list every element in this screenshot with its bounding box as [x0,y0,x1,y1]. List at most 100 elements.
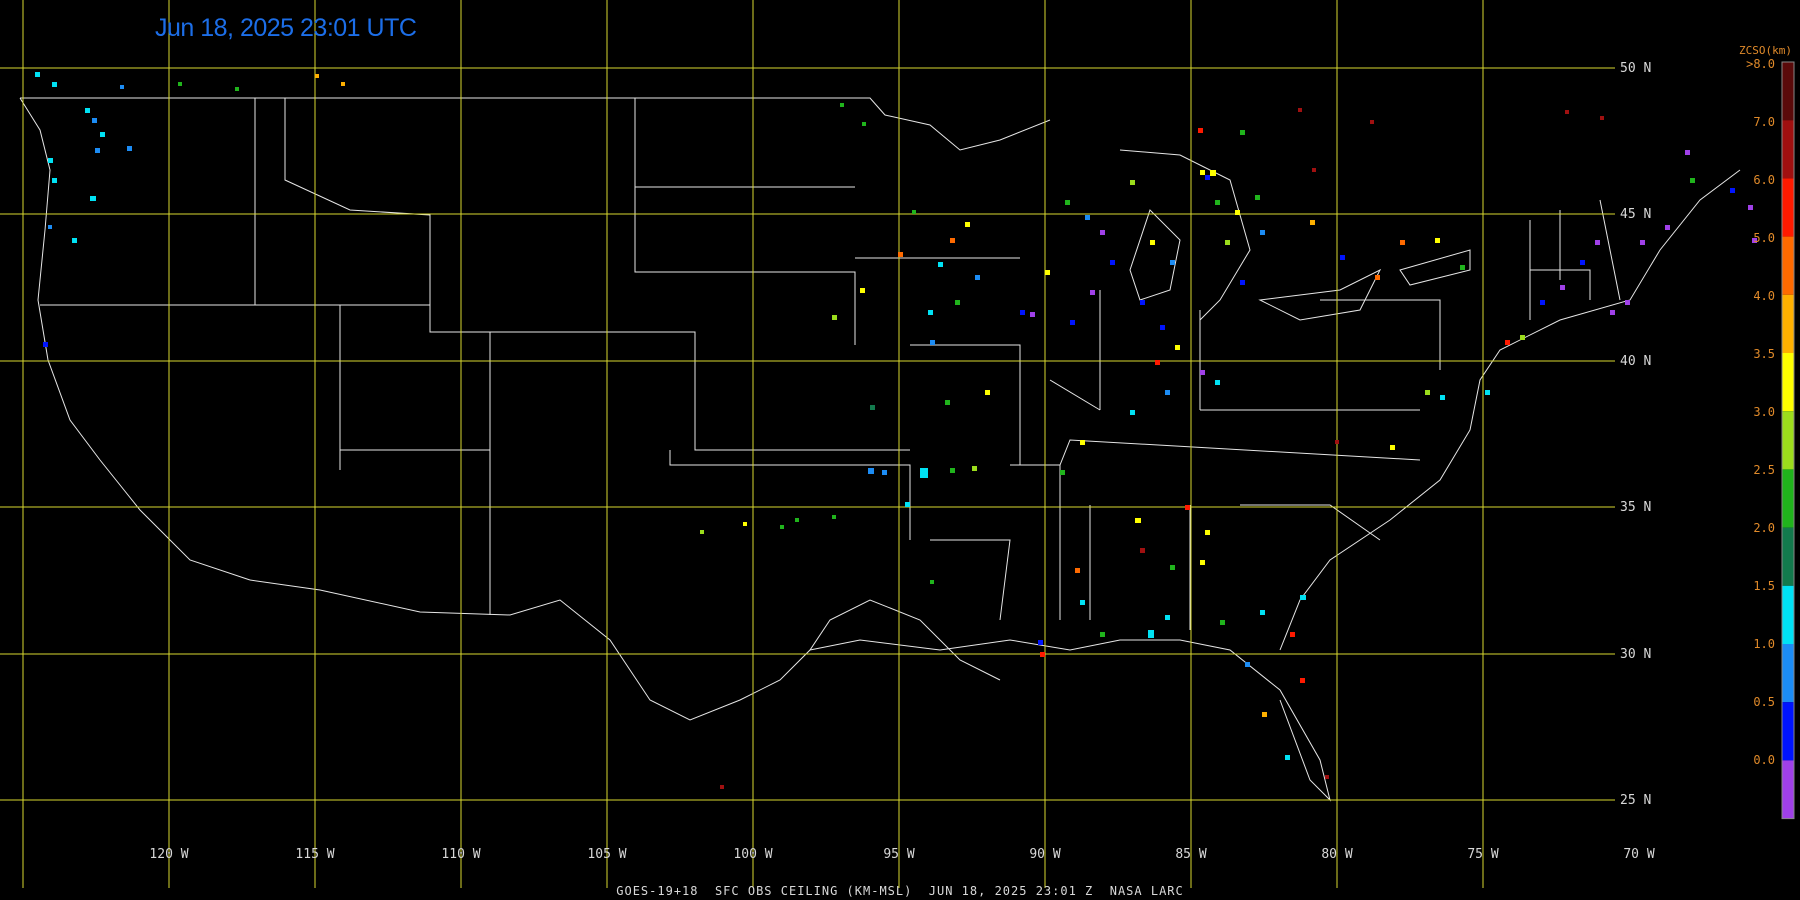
lon-label: 110 W [441,847,480,862]
obs-point [1565,110,1569,114]
obs-point [1160,325,1165,330]
obs-point [955,300,960,305]
obs-point [898,252,903,257]
obs-point [1198,128,1203,133]
obs-point [1200,560,1205,565]
obs-point [950,238,955,243]
obs-point [1325,775,1329,779]
obs-point [930,340,935,345]
obs-point [928,310,933,315]
obs-point [1140,548,1145,553]
obs-point [1600,116,1604,120]
legend-label: 2.5 [1753,463,1775,477]
obs-point [1440,395,1445,400]
observation-points [35,72,1790,789]
obs-point [85,108,90,113]
obs-point [1235,210,1240,215]
legend-label: 3.0 [1753,405,1775,419]
legend-title: ZCSO(km) [1739,44,1792,57]
legend-swatch [1782,62,1794,121]
obs-point [950,468,955,473]
obs-point [1260,230,1265,235]
obs-point [1200,170,1205,175]
obs-point [905,502,910,507]
obs-point [1080,440,1085,445]
obs-point [48,158,53,163]
lon-label: 105 W [587,847,626,862]
obs-point [1135,518,1141,523]
lat-label: 35 N [1620,500,1651,515]
obs-point [1285,755,1290,760]
obs-point [1580,260,1585,265]
obs-point [1175,345,1180,350]
obs-point [1335,440,1339,444]
ceiling-map: 50 N 45 N 40 N 35 N 30 N 25 N 120 W 115 … [0,0,1795,888]
obs-point [1240,280,1245,285]
obs-point [92,118,97,123]
obs-point [1435,238,1440,243]
legend-label: 5.0 [1753,231,1775,245]
obs-point [1110,260,1115,265]
footer-caption: GOES-19+18 SFC OBS CEILING (KM-MSL) JUN … [616,884,1184,898]
obs-point [1155,360,1160,365]
obs-point [1245,662,1250,667]
obs-point [1375,275,1380,280]
legend-label: 4.0 [1753,289,1775,303]
lat-label: 30 N [1620,647,1651,662]
obs-point [1045,270,1050,275]
obs-point [1540,300,1545,305]
obs-point [840,103,844,107]
obs-point [1200,370,1205,375]
obs-point [1370,120,1374,124]
obs-point [868,468,874,474]
obs-point [1148,630,1154,638]
legend-swatch [1782,178,1794,237]
lon-label: 95 W [883,847,914,862]
lon-label: 85 W [1175,847,1206,862]
obs-point [920,468,928,478]
obs-point [1080,600,1085,605]
obs-point [1625,300,1630,305]
legend-swatch [1782,236,1794,295]
legend-swatch [1782,760,1794,819]
obs-point [1260,610,1265,615]
obs-point [1215,380,1220,385]
obs-point [52,82,57,87]
longitude-labels: 120 W 115 W 110 W 105 W 100 W 95 W 90 W … [149,847,1654,862]
obs-point [1165,615,1170,620]
obs-point [52,178,57,183]
obs-point [720,785,724,789]
obs-point [1300,595,1306,600]
legend-label: 3.5 [1753,347,1775,361]
obs-point [178,82,182,86]
obs-point [1610,310,1615,315]
state-boundaries [19,97,1741,802]
obs-point [1210,170,1216,176]
lon-label: 70 W [1623,847,1654,862]
obs-point [938,262,943,267]
timestamp-title: Jun 18, 2025 23:01 UTC [155,14,417,42]
legend-swatch [1782,585,1794,644]
obs-point [912,210,916,214]
lon-label: 100 W [733,847,772,862]
legend-label: 6.0 [1753,173,1775,187]
obs-point [1030,312,1035,317]
obs-point [860,288,865,293]
obs-point [1298,108,1302,112]
obs-point [1460,265,1465,270]
obs-point [43,342,48,347]
obs-point [1290,632,1295,637]
obs-point [780,525,784,529]
lon-label: 75 W [1467,847,1498,862]
obs-point [1185,505,1190,510]
obs-point [1312,168,1316,172]
legend-labels: >8.0 7.0 6.0 5.0 4.0 3.5 3.0 2.5 2.0 1.5… [1746,57,1775,767]
obs-point [832,515,836,519]
obs-point [882,470,887,475]
obs-point [1690,178,1695,183]
obs-point [1748,205,1753,210]
obs-point [930,580,934,584]
obs-point [1225,240,1230,245]
obs-point [1020,310,1025,315]
obs-point [743,522,747,526]
